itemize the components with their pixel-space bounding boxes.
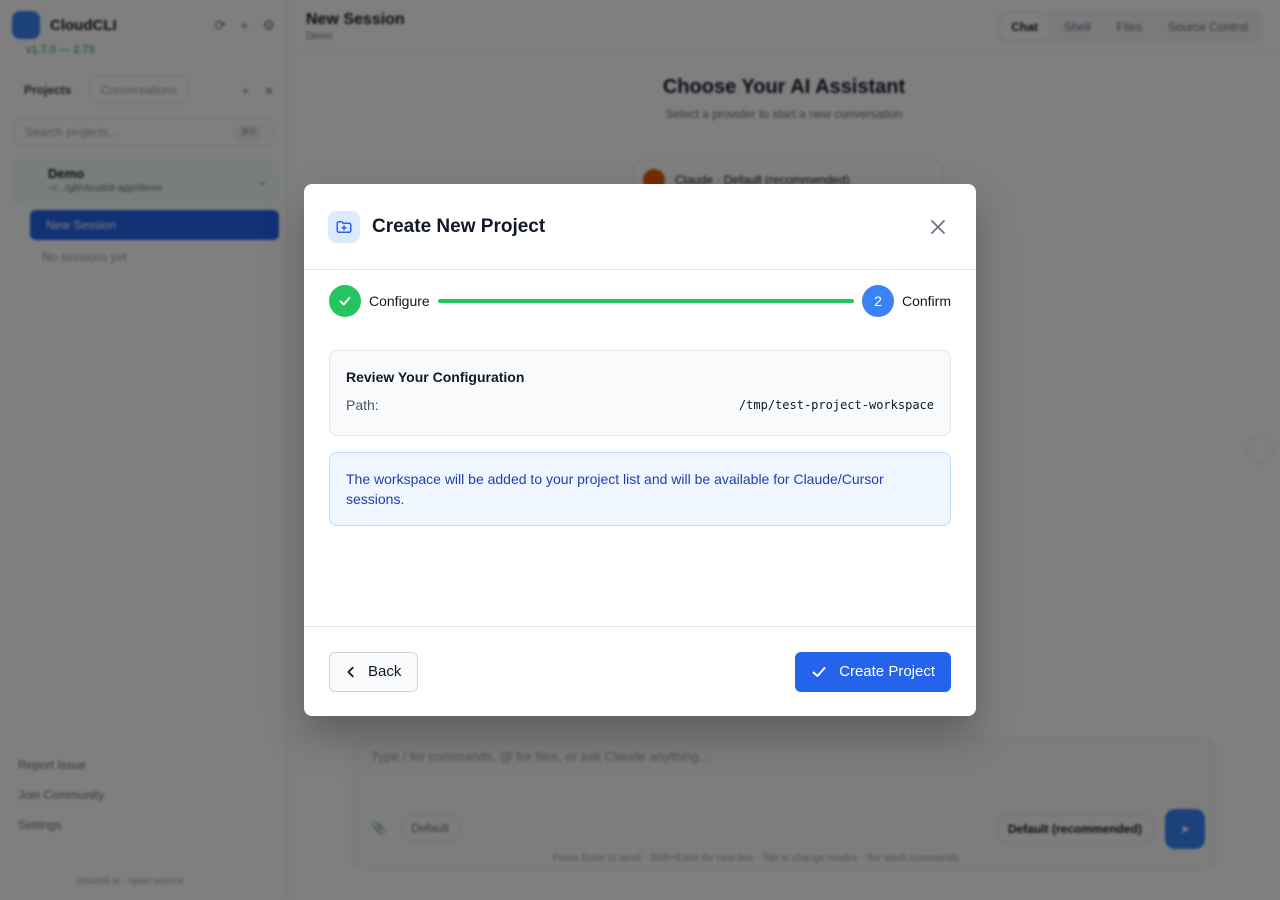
- create-project-button-label: Create Project: [839, 663, 935, 680]
- step-confirm-indicator: 2: [861, 285, 894, 317]
- create-project-dialog: Create New Project Configure 2 Confirm R…: [304, 184, 976, 716]
- folder-plus-icon: [328, 210, 360, 243]
- step-confirm-label: Confirm: [901, 293, 951, 309]
- close-icon: [931, 219, 945, 234]
- step-configure-indicator: [329, 285, 361, 317]
- review-title: Review Your Configuration: [346, 369, 525, 385]
- back-button-label: Back: [368, 663, 402, 680]
- dialog-footer: Back Create Project: [304, 626, 976, 716]
- dialog-title: Create New Project: [372, 215, 546, 237]
- info-notice: The workspace will be added to your proj…: [329, 452, 951, 526]
- path-value: /tmp/test-project-workspace: [738, 398, 934, 412]
- review-path-row: Path: /tmp/test-project-workspace: [346, 397, 934, 413]
- create-project-button[interactable]: Create Project: [795, 651, 951, 692]
- check-icon: [812, 666, 826, 677]
- dialog-header: Create New Project: [304, 184, 976, 270]
- review-configuration-card: Review Your Configuration Path: /tmp/tes…: [329, 350, 951, 436]
- chevron-left-icon: [347, 666, 354, 677]
- step-progress-line: [437, 299, 854, 303]
- check-icon: [339, 296, 351, 306]
- step-configure-label: Configure: [369, 293, 430, 309]
- wizard-stepper: Configure 2 Confirm: [329, 285, 951, 317]
- back-button[interactable]: Back: [329, 651, 419, 692]
- close-button[interactable]: [924, 213, 952, 241]
- path-label: Path:: [346, 397, 379, 413]
